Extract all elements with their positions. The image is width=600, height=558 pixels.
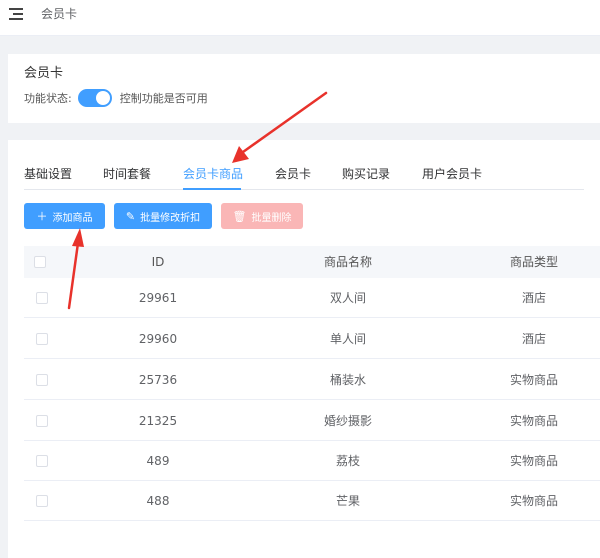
add-goods-button[interactable]: ＋ 添加商品 <box>24 203 105 229</box>
tab-purchase-records[interactable]: 购买记录 <box>342 166 390 182</box>
row-checkbox[interactable] <box>36 495 48 507</box>
cell-type: 实物商品 <box>509 373 559 387</box>
table-header: ID 商品名称 商品类型 <box>24 246 600 278</box>
table-row: 489 荔枝 实物商品 <box>24 441 600 481</box>
cell-name: 单人间 <box>329 332 367 346</box>
cell-name: 双人间 <box>329 291 367 305</box>
column-header-id: ID <box>151 255 165 269</box>
edit-icon: ✎ <box>125 209 136 223</box>
batch-edit-discount-label: 批量修改折扣 <box>140 212 201 224</box>
switch-knob <box>95 91 110 105</box>
cell-id: 21325 <box>138 414 178 428</box>
active-tab-indicator <box>183 188 241 190</box>
column-header-name: 商品名称 <box>323 255 373 269</box>
row-checkbox[interactable] <box>36 333 48 345</box>
cell-id: 25736 <box>138 373 178 387</box>
cell-type: 实物商品 <box>509 494 559 508</box>
cell-name: 芒果 <box>335 494 361 508</box>
cell-name: 桶装水 <box>329 373 367 387</box>
column-header-type: 商品类型 <box>509 255 559 269</box>
table-row: 21325 婚纱摄影 实物商品 <box>24 401 600 441</box>
trash-icon: 🗑 <box>232 209 247 223</box>
cell-type: 酒店 <box>521 291 547 305</box>
cell-id: 488 <box>146 494 170 508</box>
tab-time-package[interactable]: 时间套餐 <box>103 166 151 182</box>
select-all-checkbox[interactable] <box>34 256 46 268</box>
table-row: 29960 单人间 酒店 <box>24 319 600 359</box>
cell-id: 29961 <box>138 291 178 305</box>
function-status-switch[interactable] <box>77 89 112 107</box>
table-row: 488 芒果 实物商品 <box>24 481 600 521</box>
batch-delete-label: 批量删除 <box>251 212 292 224</box>
cell-name: 荔枝 <box>335 454 361 468</box>
top-bar: 会员卡 <box>0 0 600 36</box>
cell-id: 489 <box>146 454 170 468</box>
row-checkbox[interactable] <box>36 374 48 386</box>
table-row: 29961 双人间 酒店 <box>24 278 600 318</box>
cell-type: 酒店 <box>521 332 547 346</box>
card-title: 会员卡 <box>24 66 64 81</box>
cell-type: 实物商品 <box>509 414 559 428</box>
status-hint: 控制功能是否可用 <box>119 92 208 105</box>
add-goods-label: 添加商品 <box>52 212 93 224</box>
status-card: 会员卡 功能状态: 控制功能是否可用 <box>8 54 600 123</box>
breadcrumb[interactable]: 会员卡 <box>41 6 77 22</box>
plus-icon: ＋ <box>36 210 48 223</box>
cell-name: 婚纱摄影 <box>323 414 373 428</box>
batch-edit-discount-button[interactable]: ✎ 批量修改折扣 <box>114 203 212 229</box>
tab-bar: 基础设置 时间套餐 会员卡商品 会员卡 购买记录 用户会员卡 <box>24 162 584 190</box>
tab-member-card-goods[interactable]: 会员卡商品 <box>183 166 243 182</box>
main-card: 基础设置 时间套餐 会员卡商品 会员卡 购买记录 用户会员卡 ＋ 添加商品 ✎ … <box>8 140 600 558</box>
tab-basic-settings[interactable]: 基础设置 <box>24 166 72 182</box>
hamburger-menu-icon[interactable] <box>9 8 23 20</box>
tab-user-member-card[interactable]: 用户会员卡 <box>422 166 482 182</box>
row-checkbox[interactable] <box>36 292 48 304</box>
cell-id: 29960 <box>138 332 178 346</box>
row-checkbox[interactable] <box>36 455 48 467</box>
status-label: 功能状态: <box>24 92 72 105</box>
batch-delete-button[interactable]: 🗑 批量删除 <box>221 203 303 229</box>
status-row: 功能状态: 控制功能是否可用 <box>24 88 208 108</box>
row-checkbox[interactable] <box>36 415 48 427</box>
tab-member-card[interactable]: 会员卡 <box>275 166 311 182</box>
cell-type: 实物商品 <box>509 454 559 468</box>
table-row: 25736 桶装水 实物商品 <box>24 360 600 400</box>
